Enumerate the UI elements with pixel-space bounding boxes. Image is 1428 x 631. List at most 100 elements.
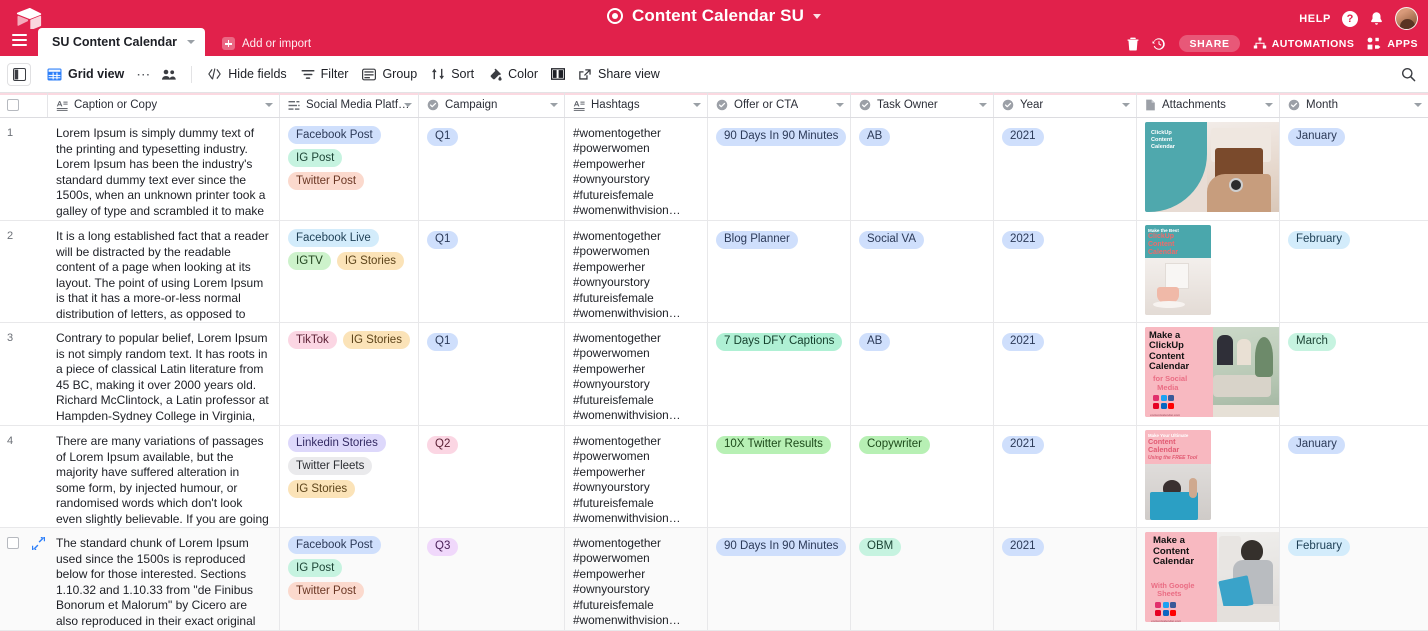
- row-gutter[interactable]: 1: [0, 118, 48, 220]
- row-gutter[interactable]: [0, 528, 48, 630]
- cell-social-media-platform[interactable]: Linkedin Stories Twitter Fleets IG Stori…: [280, 426, 419, 527]
- chip[interactable]: 2021: [1002, 435, 1044, 454]
- color-button[interactable]: Color: [481, 62, 545, 86]
- chip[interactable]: 10X Twitter Results: [716, 435, 831, 454]
- trash-icon[interactable]: [1127, 37, 1139, 51]
- cell-month[interactable]: February: [1280, 221, 1428, 322]
- cell-month[interactable]: January: [1280, 118, 1428, 220]
- cell-year[interactable]: 2021: [994, 118, 1137, 220]
- view-more-menu[interactable]: ⋯: [131, 62, 156, 86]
- column-header-year[interactable]: Year: [994, 93, 1137, 117]
- chip[interactable]: Q2: [427, 435, 459, 454]
- cell-caption-or-copy[interactable]: Lorem Ipsum is simply dummy text of the …: [48, 118, 280, 220]
- share-view-button[interactable]: Share view: [571, 62, 667, 86]
- chip[interactable]: March: [1288, 332, 1336, 351]
- cell-year[interactable]: 2021: [994, 426, 1137, 527]
- table-row[interactable]: 1 Lorem Ipsum is simply dummy text of th…: [0, 118, 1428, 221]
- history-clock-icon[interactable]: [1152, 37, 1166, 51]
- add-or-import-button[interactable]: Add or import: [222, 37, 311, 56]
- sidebar-toggle-icon[interactable]: [7, 62, 31, 86]
- select-all-checkbox[interactable]: [7, 99, 19, 111]
- base-title-button[interactable]: Content Calendar SU: [607, 6, 821, 26]
- cell-campaign[interactable]: Q1: [419, 323, 565, 425]
- cell-year[interactable]: 2021: [994, 221, 1137, 322]
- chevron-down-icon[interactable]: [836, 103, 844, 107]
- chip[interactable]: Q1: [427, 230, 459, 249]
- chip[interactable]: TikTok: [288, 331, 337, 349]
- column-header-social-media-platform[interactable]: Social Media Platfo…: [280, 93, 419, 117]
- column-header-campaign[interactable]: Campaign: [419, 93, 565, 117]
- search-icon[interactable]: [1396, 62, 1420, 86]
- chip[interactable]: Facebook Post: [288, 536, 381, 554]
- chevron-down-icon[interactable]: [693, 103, 701, 107]
- chip[interactable]: February: [1288, 537, 1351, 556]
- chip[interactable]: 90 Days In 90 Minutes: [716, 127, 847, 146]
- tab-su-content-calendar[interactable]: SU Content Calendar: [38, 28, 206, 56]
- column-header-hashtags[interactable]: Hashtags: [565, 93, 708, 117]
- column-header-task-owner[interactable]: Task Owner: [851, 93, 994, 117]
- chevron-down-icon[interactable]: [265, 103, 273, 107]
- expand-record-icon[interactable]: [32, 537, 45, 550]
- chip[interactable]: 2021: [1002, 332, 1044, 351]
- cell-social-media-platform[interactable]: Facebook Live IGTV IG Stories: [280, 221, 419, 322]
- table-row[interactable]: The standard chunk of Lorem Ipsum used s…: [0, 528, 1428, 631]
- cell-hashtags[interactable]: #womentogether #powerwomen #empowerher #…: [565, 221, 708, 322]
- chip[interactable]: IG Stories: [342, 331, 410, 349]
- cell-attachments[interactable]: Make the Best ClickUp Content Calendar: [1137, 221, 1280, 322]
- chip[interactable]: 2021: [1002, 230, 1044, 249]
- cell-campaign[interactable]: Q2: [419, 426, 565, 527]
- chip[interactable]: OBM: [859, 537, 902, 556]
- cell-task-owner[interactable]: AB: [851, 118, 994, 220]
- cell-task-owner[interactable]: Social VA: [851, 221, 994, 322]
- cell-campaign[interactable]: Q1: [419, 221, 565, 322]
- chevron-down-icon[interactable]: [979, 103, 987, 107]
- chip[interactable]: January: [1288, 127, 1345, 146]
- row-gutter[interactable]: 3: [0, 323, 48, 425]
- chip[interactable]: IG Stories: [336, 252, 404, 270]
- column-header-month[interactable]: Month: [1280, 93, 1428, 117]
- cell-task-owner[interactable]: Copywriter: [851, 426, 994, 527]
- cell-month[interactable]: March: [1280, 323, 1428, 425]
- hamburger-menu-icon[interactable]: [0, 28, 38, 56]
- make-a-content-calendar-with-google-sheets-thumb[interactable]: Make a Content Calendar With Google Sheets…: [1145, 532, 1279, 622]
- table-row[interactable]: 4 There are many variations of passages …: [0, 426, 1428, 528]
- row-gutter[interactable]: 4: [0, 426, 48, 527]
- cell-year[interactable]: 2021: [994, 323, 1137, 425]
- chevron-down-icon[interactable]: [812, 13, 821, 19]
- cell-offer-or-cta[interactable]: Blog Planner: [708, 221, 851, 322]
- chip[interactable]: 7 Days DFY Captions: [716, 332, 843, 351]
- cell-attachments[interactable]: Make a Content Calendar With Google Sheets…: [1137, 528, 1280, 630]
- cell-attachments[interactable]: ClickUp Content Calendar: [1137, 118, 1280, 220]
- chip[interactable]: Twitter Post: [288, 172, 365, 190]
- chevron-down-icon[interactable]: [550, 103, 558, 107]
- chevron-down-icon[interactable]: [1122, 103, 1130, 107]
- chip[interactable]: Twitter Post: [288, 582, 365, 600]
- cell-caption-or-copy[interactable]: It is a long established fact that a rea…: [48, 221, 280, 322]
- row-gutter[interactable]: 2: [0, 221, 48, 322]
- bell-icon[interactable]: [1369, 11, 1384, 27]
- cell-hashtags[interactable]: #womentogether #powerwomen #empowerher #…: [565, 426, 708, 527]
- chip[interactable]: 2021: [1002, 127, 1044, 146]
- cell-campaign[interactable]: Q3: [419, 528, 565, 630]
- chip[interactable]: IG Post: [288, 559, 343, 577]
- chip[interactable]: IG Stories: [288, 480, 356, 498]
- chip[interactable]: 90 Days In 90 Minutes: [716, 537, 847, 556]
- cell-offer-or-cta[interactable]: 10X Twitter Results: [708, 426, 851, 527]
- column-header-caption-or-copy[interactable]: Caption or Copy: [48, 93, 280, 117]
- chevron-down-icon[interactable]: [1414, 103, 1422, 107]
- cell-offer-or-cta[interactable]: 7 Days DFY Captions: [708, 323, 851, 425]
- cell-month[interactable]: February: [1280, 528, 1428, 630]
- chip[interactable]: Linkedin Stories: [288, 434, 386, 452]
- cell-year[interactable]: 2021: [994, 528, 1137, 630]
- avatar[interactable]: [1395, 7, 1418, 30]
- make-a-clickup-content-calendar-for-social-media-thumb[interactable]: Make a ClickUp Content Calendar for Social …: [1145, 327, 1279, 417]
- table-row[interactable]: 2 It is a long established fact that a r…: [0, 221, 1428, 323]
- chip[interactable]: IG Post: [288, 149, 343, 167]
- help-question-icon[interactable]: ?: [1342, 10, 1358, 27]
- cell-attachments[interactable]: Make Your Ultimate Content Calendar Using…: [1137, 426, 1280, 527]
- apps-button[interactable]: APPS: [1367, 37, 1418, 50]
- chip[interactable]: Blog Planner: [716, 230, 798, 249]
- chip[interactable]: Q1: [427, 127, 459, 146]
- grid-container[interactable]: Caption or Copy Social Media Platfo… Cam…: [0, 93, 1428, 631]
- chip[interactable]: 2021: [1002, 537, 1044, 556]
